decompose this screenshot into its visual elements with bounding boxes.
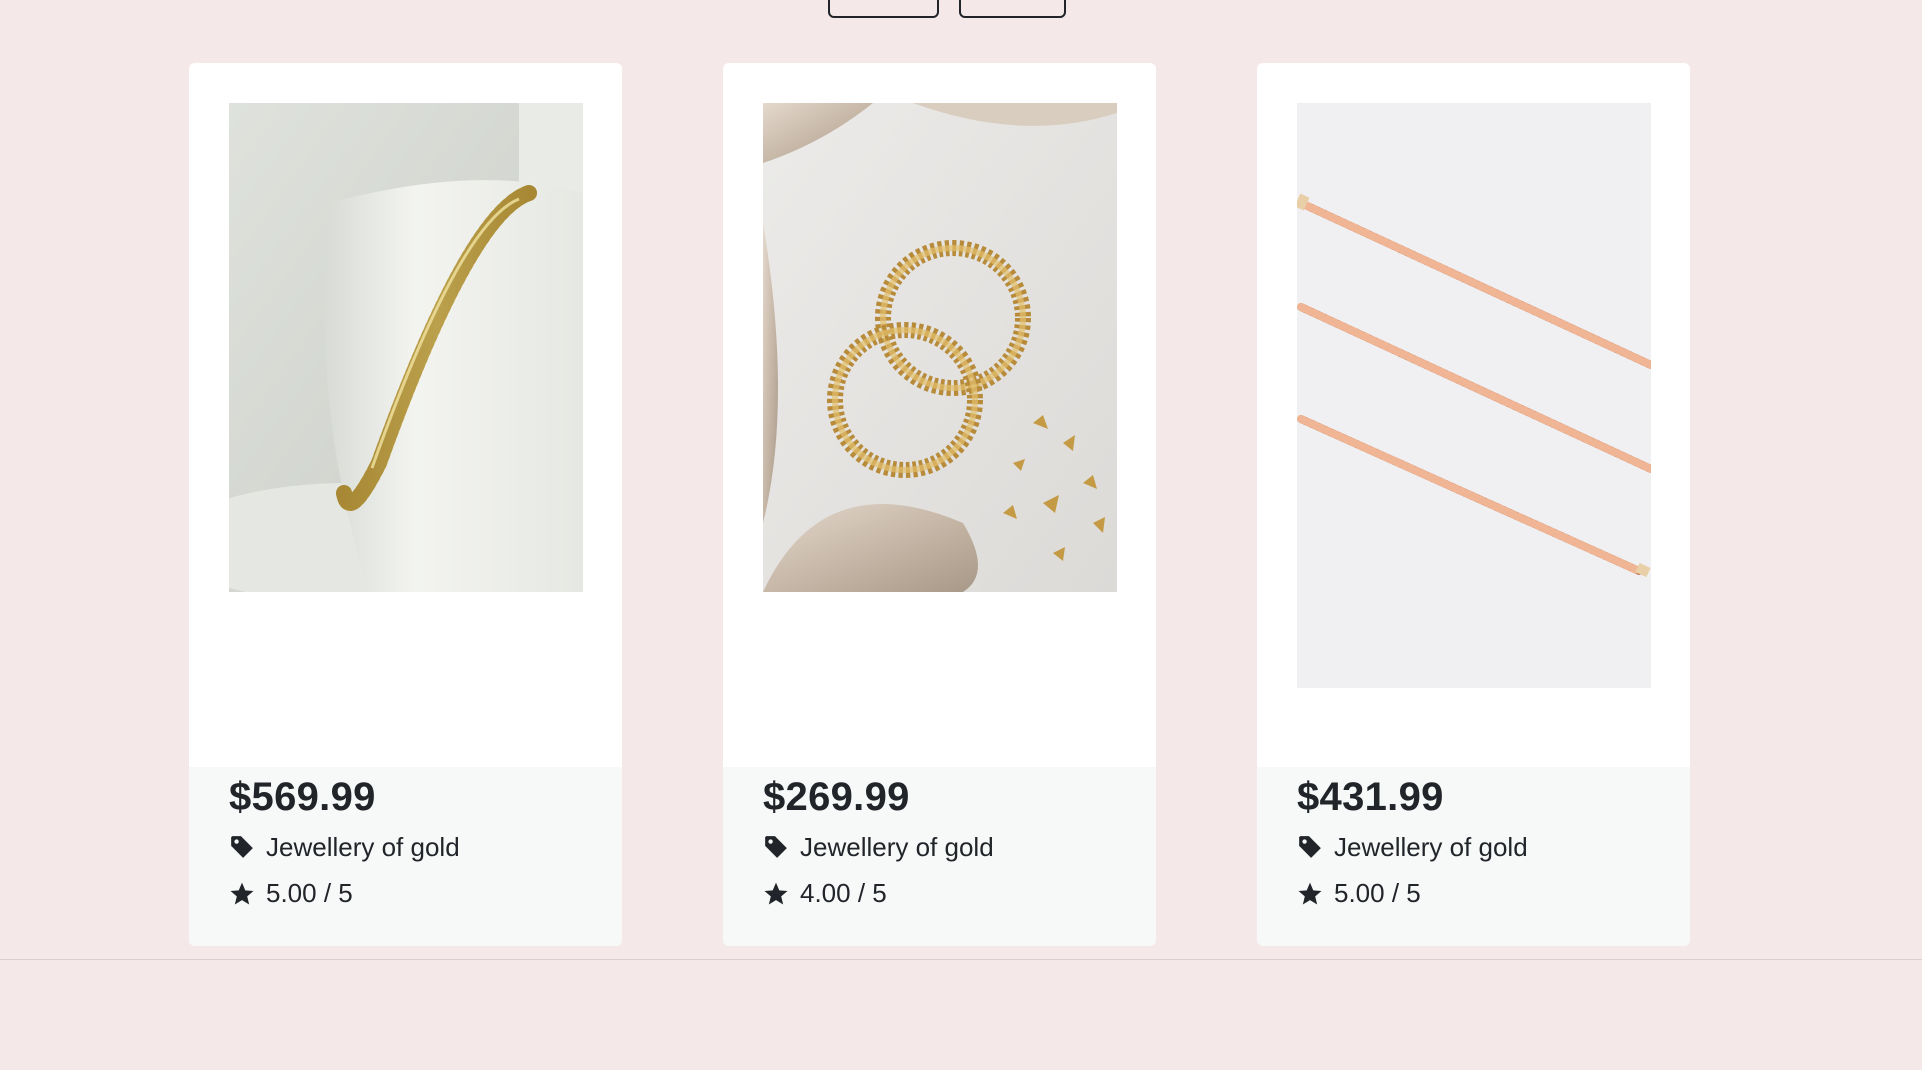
tag-icon [763, 834, 789, 860]
top-button-group [828, 0, 1066, 18]
product-category: Jewellery of gold [1334, 832, 1528, 862]
top-button-1[interactable] [828, 0, 939, 18]
product-card-2[interactable]: $269.99 Jewellery of gold 4.00 / 5 [723, 63, 1156, 946]
tag-icon [1297, 834, 1323, 860]
star-icon [1297, 880, 1323, 906]
product-info-1: $569.99 Jewellery of gold 5.00 / 5 [189, 767, 622, 946]
star-icon [229, 880, 255, 906]
star-icon [763, 880, 789, 906]
product-rating: 5.00 / 5 [266, 878, 353, 908]
product-rating: 4.00 / 5 [800, 878, 887, 908]
product-category: Jewellery of gold [800, 832, 994, 862]
product-category-row: Jewellery of gold [763, 831, 1116, 863]
product-price: $569.99 [229, 775, 376, 819]
product-info-3: $431.99 Jewellery of gold 5.00 / 5 [1257, 767, 1690, 946]
footer-divider [0, 959, 1922, 960]
product-card-3[interactable]: $431.99 Jewellery of gold 5.00 / 5 [1257, 63, 1690, 946]
product-rating-row: 4.00 / 5 [763, 877, 1116, 909]
product-rating-row: 5.00 / 5 [1297, 877, 1650, 909]
product-price: $431.99 [1297, 775, 1444, 819]
product-category: Jewellery of gold [266, 832, 460, 862]
product-listing-page: $569.99 Jewellery of gold 5.00 / 5 $269.… [0, 0, 1922, 1070]
product-image-gold-hoop-earrings[interactable] [763, 103, 1117, 592]
product-info-2: $269.99 Jewellery of gold 4.00 / 5 [723, 767, 1156, 946]
top-button-2[interactable] [959, 0, 1066, 18]
product-rating-row: 5.00 / 5 [229, 877, 582, 909]
product-image-gold-rope-bracelet[interactable] [229, 103, 583, 592]
product-category-row: Jewellery of gold [229, 831, 582, 863]
product-grid: $569.99 Jewellery of gold 5.00 / 5 $269.… [189, 63, 1690, 946]
product-rating: 5.00 / 5 [1334, 878, 1421, 908]
product-price: $269.99 [763, 775, 910, 819]
tag-icon [229, 834, 255, 860]
product-image-rose-gold-rope-chain[interactable] [1297, 103, 1651, 688]
product-category-row: Jewellery of gold [1297, 831, 1650, 863]
product-card-1[interactable]: $569.99 Jewellery of gold 5.00 / 5 [189, 63, 622, 946]
